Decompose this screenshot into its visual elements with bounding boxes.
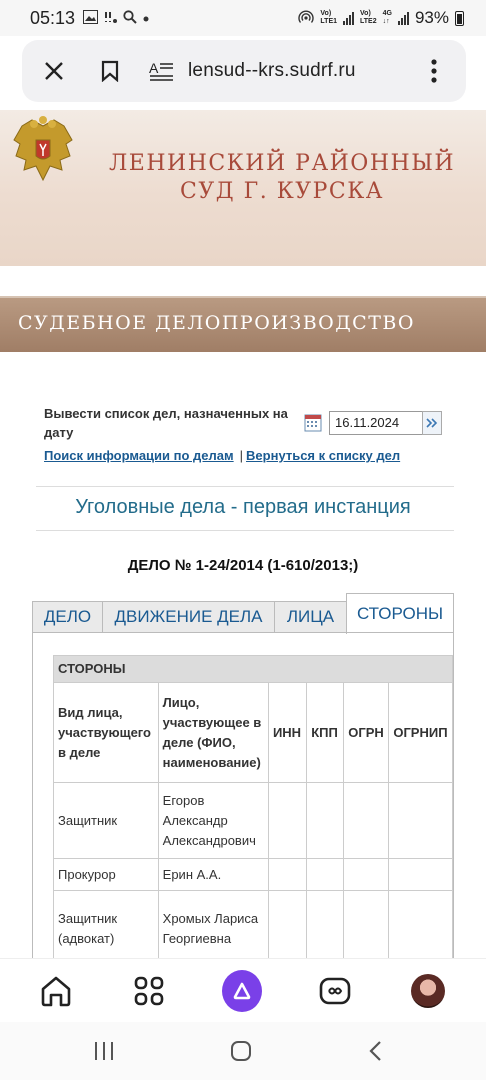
tab-case[interactable]: ДЕЛО <box>32 601 103 633</box>
reader-mode-icon[interactable]: A <box>144 53 180 89</box>
column-header: ОГРН <box>343 682 390 783</box>
divider <box>36 530 454 531</box>
close-icon[interactable] <box>36 53 72 89</box>
party-role: Защитник (адвокат) <box>53 890 159 959</box>
party-ogrnip <box>388 858 453 891</box>
party-name: Хромых Лариса Георгиевна <box>157 890 269 959</box>
tab-panel-parties: СТОРОНЫ Вид лица, участвующего в деле Ли… <box>32 632 454 960</box>
status-right: Vo) LTE1 Vo) LTE2 4G ↓↑ 93% <box>298 8 464 28</box>
hotspot-icon <box>298 10 315 27</box>
party-kpp <box>306 890 345 959</box>
battery-percent: 93% <box>414 8 449 27</box>
column-header: ИНН <box>267 682 308 783</box>
divider <box>36 486 454 487</box>
recent-apps-icon[interactable] <box>92 1037 116 1065</box>
party-inn <box>267 890 308 959</box>
party-role: Защитник <box>53 782 159 859</box>
table-row: Защитник Егоров Александр Александрович <box>53 782 453 859</box>
browser-bottom-nav <box>0 958 486 1022</box>
signal1-icon <box>343 11 355 25</box>
signal2-icon <box>397 11 409 25</box>
tabs-switcher-icon[interactable] <box>315 971 355 1011</box>
dot-icon <box>142 10 150 26</box>
tab-parties[interactable]: СТОРОНЫ <box>346 593 454 634</box>
section-title: СУДЕБНОЕ ДЕЛОПРОИЗВОДСТВО <box>18 312 415 334</box>
sim1-indicator: Vo) LTE1 <box>320 10 337 26</box>
avatar <box>411 974 445 1008</box>
calendar-icon[interactable] <box>304 412 322 432</box>
battery-icon <box>455 10 464 26</box>
home-button-icon[interactable] <box>228 1037 254 1065</box>
voicemail-icon <box>103 10 118 27</box>
parties-table: СТОРОНЫ Вид лица, участвующего в деле Ли… <box>53 655 453 959</box>
sim2-indicator: Vo) LTE2 <box>360 10 377 26</box>
party-ogrn <box>343 890 390 959</box>
bookmark-icon[interactable] <box>92 53 128 89</box>
party-kpp <box>306 782 345 859</box>
party-inn <box>267 782 308 859</box>
table-row: Защитник (адвокат) Хромых Лариса Георгие… <box>53 890 453 959</box>
back-to-list-link[interactable]: Вернуться к списку дел <box>246 448 400 463</box>
image-icon <box>83 9 99 27</box>
tab-case-movement[interactable]: ДВИЖЕНИЕ ДЕЛА <box>102 601 275 633</box>
court-title: ЛЕНИНСКИЙ РАЙОННЫЙ СУД Г. КУРСКА <box>90 150 474 206</box>
party-name: Егоров Александр Александрович <box>157 782 269 859</box>
table-title: СТОРОНЫ <box>53 655 453 683</box>
case-links: Поиск информации по делам | Вернуться к сп… <box>44 448 400 463</box>
apps-grid-icon[interactable] <box>129 971 169 1011</box>
more-menu-icon[interactable] <box>416 53 452 89</box>
section-header: СУДЕБНОЕ ДЕЛОПРОИЗВОДСТВО <box>0 268 486 352</box>
back-icon[interactable] <box>364 1037 388 1065</box>
sim2-lte: LTE2 <box>360 18 377 25</box>
status-time: 05:13 <box>30 7 76 28</box>
party-ogrn <box>343 782 390 859</box>
svg-text:A: A <box>149 60 159 76</box>
sim1-lte: LTE1 <box>320 18 338 25</box>
submit-date-button[interactable] <box>422 411 442 435</box>
search-icon <box>123 9 137 27</box>
sim2-volte: Vo) <box>360 10 371 17</box>
table-header-row: Вид лица, участвующего в деле Лицо, учас… <box>53 682 453 783</box>
alice-icon <box>222 970 262 1012</box>
section-bar: СУДЕБНОЕ ДЕЛОПРОИЗВОДСТВО <box>0 296 486 352</box>
home-icon[interactable] <box>36 971 76 1011</box>
date-filter: Вывести список дел, назначенных на дату … <box>44 404 444 442</box>
court-title-line2: СУД Г. КУРСКА <box>180 179 384 204</box>
party-inn <box>267 858 308 891</box>
column-header: Вид лица, участвующего в деле <box>53 682 159 783</box>
table-row: Прокурор Ерин А.А. <box>53 858 453 891</box>
party-ogrn <box>343 858 390 891</box>
date-input[interactable]: 16.11.2024 <box>329 411 423 435</box>
court-banner: ЛЕНИНСКИЙ РАЙОННЫЙ СУД Г. КУРСКА <box>0 110 486 266</box>
double-chevron-right-icon <box>426 418 438 428</box>
coat-of-arms-icon <box>10 116 76 188</box>
url-text[interactable]: lensud--krs.sudrf.ru <box>188 60 356 82</box>
notification-icons <box>83 9 150 27</box>
alice-assistant-button[interactable] <box>222 970 262 1012</box>
party-ogrnip <box>388 782 453 859</box>
court-title-line1: ЛЕНИНСКИЙ РАЙОННЫЙ <box>108 151 456 176</box>
net-type-label: 4G <box>382 10 392 17</box>
date-filter-label: Вывести список дел, назначенных на дату <box>44 406 288 440</box>
tab-persons[interactable]: ЛИЦА <box>274 601 347 633</box>
search-cases-link[interactable]: Поиск информации по делам <box>44 448 234 463</box>
profile-avatar[interactable] <box>408 971 448 1011</box>
column-header: Лицо, участвующее в деле (ФИО, наименова… <box>157 682 269 783</box>
column-header: ОГРНИП <box>388 682 453 783</box>
browser-toolbar: A lensud--krs.sudrf.ru <box>22 40 466 102</box>
net-activity-arrows: ↓↑ <box>382 18 390 25</box>
link-separator: | <box>239 448 244 463</box>
system-nav-bar <box>0 1022 486 1080</box>
case-type-heading: Уголовные дела - первая инстанция <box>75 496 411 518</box>
case-tabs: ДЕЛО ДВИЖЕНИЕ ДЕЛА ЛИЦА СТОРОНЫ <box>32 593 454 634</box>
status-bar: 05:13 Vo) LTE1 Vo) LTE2 4G ↓↑ 93% <box>0 0 486 36</box>
net-type: 4G ↓↑ <box>383 10 392 26</box>
case-number: ДЕЛО № 1-24/2014 (1-610/2013;) <box>127 557 359 574</box>
party-name: Ерин А.А. <box>157 858 269 891</box>
party-kpp <box>306 858 345 891</box>
party-role: Прокурор <box>53 858 159 891</box>
column-header: КПП <box>306 682 345 783</box>
sim1-volte: Vo) <box>320 10 332 17</box>
party-ogrnip <box>388 890 453 959</box>
